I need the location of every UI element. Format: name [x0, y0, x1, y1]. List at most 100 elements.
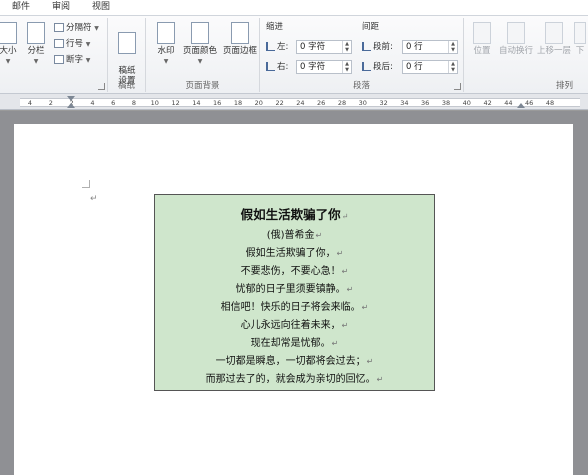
chevron-down-icon: ▼ — [197, 58, 203, 65]
poem-title-text: 假如生活欺骗了你 — [240, 207, 341, 222]
ruler-number: 42 — [483, 99, 492, 107]
columns-label: 分栏 — [27, 46, 45, 56]
position-icon — [473, 22, 491, 44]
ruler-number: 22 — [275, 99, 284, 107]
indent-header: 缩进 — [266, 22, 284, 32]
watermark-label: 水印 — [157, 46, 175, 56]
columns-button[interactable]: 分栏 ▼ — [22, 22, 50, 67]
watermark-icon — [157, 22, 175, 44]
paragraph-launcher-icon[interactable] — [454, 83, 461, 90]
indent-left-label: 左: — [277, 42, 289, 52]
ruler-number: 14 — [192, 99, 201, 107]
indent-left-spinner[interactable]: ▲ ▼ — [342, 41, 351, 53]
draft-group: 稿纸 设置 稿纸 — [108, 18, 146, 92]
first-line-indent-marker[interactable] — [67, 96, 75, 101]
poem-line: 现在却常是忧郁。↵ — [250, 338, 339, 349]
paragraph-group-label: 段落 — [352, 81, 370, 91]
poem-lines: (俄)普希金↵ 假如生活欺骗了你，↵ 不要悲伤，不要心急！↵ 忧郁的日子里须要镇… — [155, 227, 434, 389]
indent-left-input[interactable]: 0 字符 ▲ ▼ — [296, 40, 352, 54]
spacing-before-label: 段前: — [373, 42, 393, 52]
ruler-number: 34 — [400, 99, 409, 107]
breaks-icon — [54, 23, 64, 32]
tab-mailings[interactable]: 邮件 — [12, 0, 30, 15]
draft-group-label: 稿纸 — [117, 81, 135, 91]
poem-line: 假如生活欺骗了你，↵ — [245, 248, 344, 259]
spacing-before-value: 0 行 — [406, 42, 423, 52]
spacing-before-icon — [362, 42, 371, 51]
ruler-number: 44 — [504, 99, 513, 107]
page-color-icon — [191, 22, 209, 44]
breaks-label: 分隔符 — [66, 23, 92, 33]
line-numbers-label: 行号 — [66, 39, 84, 49]
position-button[interactable]: 位置 — [468, 22, 496, 56]
poem-line: 心儿永远向往着未来，↵ — [240, 320, 349, 331]
chevron-down-icon: ▼ — [33, 58, 39, 65]
send-backward-icon — [574, 22, 586, 44]
bring-forward-label: 上移一层 — [536, 46, 571, 56]
spacing-after-spinner[interactable]: ▲ ▼ — [448, 61, 457, 73]
bring-forward-icon — [545, 22, 563, 44]
ruler-number: 46 — [525, 99, 534, 107]
poem-line: (俄)普希金↵ — [266, 230, 323, 241]
ruler-number: 38 — [441, 99, 451, 107]
ruler-number: 2 — [48, 99, 53, 107]
right-indent-marker[interactable] — [517, 103, 525, 108]
breaks-button[interactable]: 分隔符 ▼ — [54, 22, 99, 35]
indent-right-input[interactable]: 0 字符 ▲ ▼ — [296, 60, 352, 74]
indent-left-label-row: 左: — [266, 40, 288, 54]
ruler-number: 10 — [150, 99, 159, 107]
page-background-group: 水印 ▼ 页面颜色 ▼ 页面边框 页面背景 — [146, 18, 260, 92]
ruler-number: 8 — [131, 99, 137, 107]
ruler-number: 26 — [317, 99, 326, 107]
ribbon: 大小 ▼ 分栏 ▼ 分隔符 ▼ 行号 ▼ 断字 ▼ 稿纸 设置 稿纸 水印 ▼ — [0, 16, 588, 94]
spacing-before-input[interactable]: 0 行 ▲ ▼ — [402, 40, 458, 54]
document-page[interactable]: ↵ 假如生活欺骗了你↵ (俄)普希金↵ 假如生活欺骗了你，↵ 不要悲伤，不要心急… — [14, 124, 573, 475]
horizontal-ruler: 4 2 2 4 6 8 10 12 14 16 18 20 22 24 26 28 30 32 34 36 38 40 42… — [0, 94, 588, 110]
line-numbers-button[interactable]: 行号 ▼ — [54, 38, 90, 51]
poem-line: 而那过去了的，就会成为亲切的回忆。↵ — [205, 374, 384, 385]
indent-left-value: 0 字符 — [300, 42, 326, 52]
ruler-number: 4 — [27, 99, 33, 107]
spacing-after-input[interactable]: 0 行 ▲ ▼ — [402, 60, 458, 74]
ruler-number: 24 — [296, 99, 305, 107]
page-setup-launcher-icon[interactable] — [98, 83, 105, 90]
send-backward-button[interactable]: 下 — [572, 22, 588, 56]
indent-right-spinner[interactable]: ▲ ▼ — [342, 61, 351, 73]
hyphenation-label: 断字 — [66, 55, 84, 65]
indent-right-label: 右: — [277, 62, 289, 72]
page-borders-button[interactable]: 页面边框 — [220, 22, 260, 56]
watermark-button[interactable]: 水印 ▼ — [152, 22, 180, 67]
tab-view[interactable]: 视图 — [92, 0, 110, 15]
wrap-text-button[interactable]: 自动换行 — [498, 22, 534, 56]
size-label: 大小 — [0, 46, 17, 56]
ruler-number: 18 — [233, 99, 243, 107]
poem-line: 不要悲伤，不要心急！↵ — [240, 266, 349, 277]
hyphenation-button[interactable]: 断字 ▼ — [54, 54, 90, 67]
spacing-after-icon — [362, 62, 371, 71]
indent-right-label-row: 右: — [266, 60, 288, 74]
page-color-button[interactable]: 页面颜色 ▼ — [180, 22, 220, 67]
hanging-indent-marker[interactable] — [67, 103, 75, 108]
ruler-number: 16 — [213, 99, 222, 107]
page-background-group-label: 页面背景 — [185, 81, 220, 91]
bring-forward-button[interactable]: 上移一层 — [536, 22, 572, 56]
size-button[interactable]: 大小 ▼ — [0, 22, 22, 67]
indent-right-icon — [266, 62, 275, 71]
spacing-header: 间距 — [362, 22, 380, 32]
chevron-down-icon: ▼ — [163, 58, 169, 65]
ruler-strip: 4 2 2 4 6 8 10 12 14 16 18 20 22 24 26 28 30 32 34 36 38 40 42… — [20, 98, 580, 107]
page-borders-icon — [231, 22, 249, 44]
arrange-group-label: 排列 — [556, 81, 574, 91]
spacing-after-label-row: 段后: — [362, 60, 393, 74]
ruler-number: 30 — [358, 99, 367, 107]
ruler-number: 48 — [545, 99, 555, 107]
paragraph-group: 缩进 间距 左: 0 字符 ▲ ▼ 右: 0 字符 ▲ ▼ 段前: 0 行 ▲ ▼ 段… — [260, 18, 464, 92]
spacing-before-spinner[interactable]: ▲ ▼ — [448, 41, 457, 53]
poem-title: 假如生活欺骗了你↵ — [155, 206, 434, 224]
tab-review[interactable]: 审阅 — [52, 0, 70, 15]
indent-left-icon — [266, 42, 275, 51]
draft-settings-button[interactable]: 稿纸 设置 — [113, 22, 141, 86]
ribbon-tab-bar: 邮件 审阅 视图 — [0, 0, 588, 16]
columns-icon — [27, 22, 45, 44]
text-box[interactable]: 假如生活欺骗了你↵ (俄)普希金↵ 假如生活欺骗了你，↵ 不要悲伤，不要心急！↵… — [154, 194, 435, 391]
